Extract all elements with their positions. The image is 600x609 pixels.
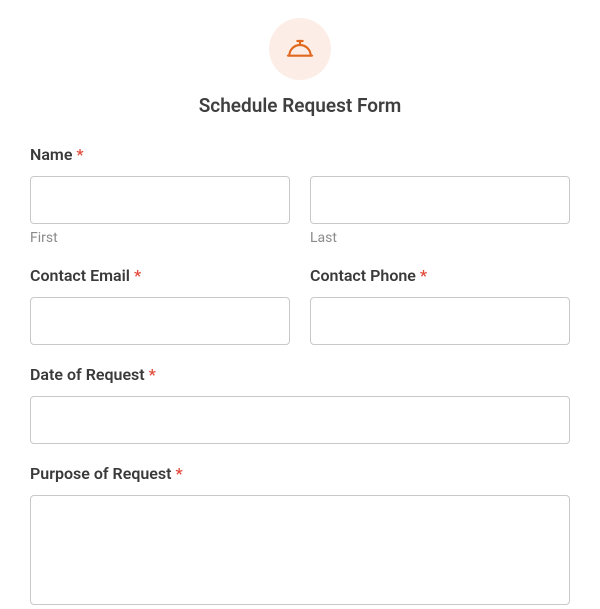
first-name-sublabel: First: [30, 230, 290, 246]
contact-row-group: Contact Email * Contact Phone *: [30, 266, 570, 345]
last-name-input[interactable]: [310, 176, 570, 224]
name-field-group: Name * First Last: [30, 145, 570, 246]
name-label-text: Name: [30, 145, 72, 164]
phone-input[interactable]: [310, 297, 570, 345]
date-label-text: Date of Request: [30, 365, 145, 384]
purpose-field-group: Purpose of Request *: [30, 464, 570, 609]
email-input[interactable]: [30, 297, 290, 345]
date-input[interactable]: [30, 396, 570, 444]
date-label: Date of Request *: [30, 365, 570, 384]
purpose-label-text: Purpose of Request: [30, 464, 172, 483]
email-col: Contact Email *: [30, 266, 290, 345]
last-name-col: Last: [310, 176, 570, 246]
purpose-label: Purpose of Request *: [30, 464, 570, 483]
phone-col: Contact Phone *: [310, 266, 570, 345]
purpose-textarea[interactable]: [30, 495, 570, 605]
form-title: Schedule Request Form: [30, 94, 570, 117]
date-required-mark: *: [149, 365, 156, 384]
phone-label-text: Contact Phone: [310, 266, 416, 285]
purpose-required-mark: *: [175, 464, 182, 483]
name-required-mark: *: [76, 145, 83, 164]
phone-required-mark: *: [420, 266, 427, 285]
form-header: Schedule Request Form: [30, 18, 570, 117]
email-required-mark: *: [134, 266, 141, 285]
first-name-col: First: [30, 176, 290, 246]
form-container: Schedule Request Form Name * First Last …: [0, 0, 600, 609]
email-label: Contact Email *: [30, 266, 290, 285]
email-label-text: Contact Email: [30, 266, 130, 285]
name-label: Name *: [30, 145, 570, 164]
service-bell-icon: [284, 33, 316, 65]
phone-label: Contact Phone *: [310, 266, 570, 285]
first-name-input[interactable]: [30, 176, 290, 224]
date-field-group: Date of Request *: [30, 365, 570, 444]
header-icon-circle: [269, 18, 331, 80]
last-name-sublabel: Last: [310, 230, 570, 246]
name-row: First Last: [30, 176, 570, 246]
contact-row: Contact Email * Contact Phone *: [30, 266, 570, 345]
